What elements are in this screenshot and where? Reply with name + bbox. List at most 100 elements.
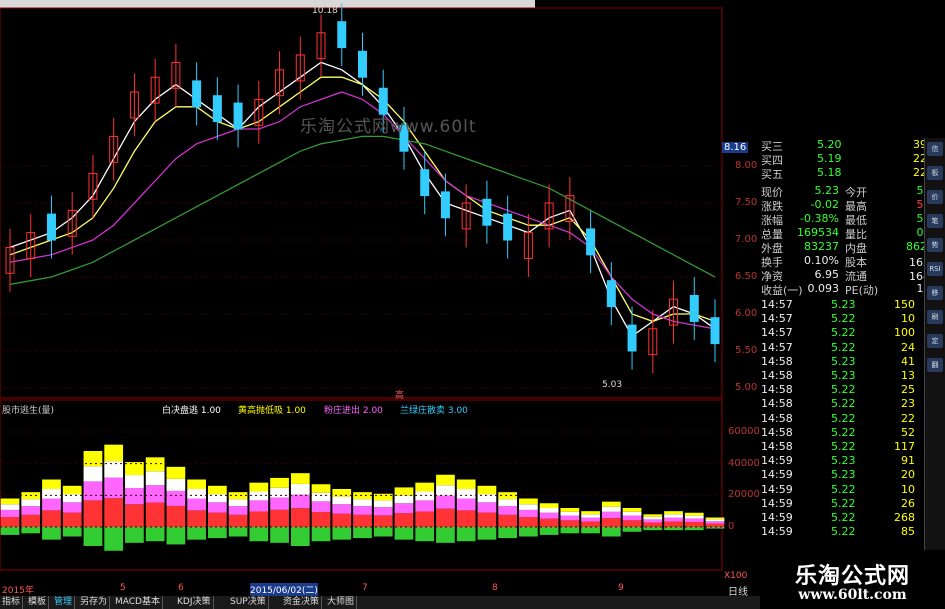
volume-neg-bar: [21, 527, 41, 534]
price-tick-label: 7.50: [735, 197, 758, 208]
quote-row: 净资6.95流通164亿: [759, 268, 941, 283]
volume-bar: [187, 510, 206, 527]
volume-bar: [83, 500, 103, 527]
tick-volume: 10: [901, 482, 915, 496]
volume-bar: [643, 516, 663, 520]
side-tool-icon[interactable]: 定: [927, 334, 943, 348]
volume-bar: [436, 474, 455, 486]
toolbar-button[interactable]: 模板: [26, 596, 50, 609]
toolbar-button[interactable]: SUP决策: [228, 596, 269, 609]
quote-panel: 买三5.203960买四5.192214买五 5.18 22 91 现价5.23今开5.…: [759, 138, 945, 550]
tick-volume: 22: [901, 411, 915, 425]
volume-neg-bar: [270, 527, 289, 543]
toolbar-button[interactable]: 管理: [52, 596, 76, 609]
volume-bar: [249, 482, 269, 492]
volume-bar: [456, 498, 476, 511]
tick-volume: 268: [894, 511, 915, 524]
volume-bar: [477, 512, 497, 527]
candle-body: [378, 87, 388, 115]
tick-volume: 150: [894, 298, 915, 311]
side-tool-icon[interactable]: 笔: [927, 214, 943, 228]
side-tool-icon[interactable]: 刷: [927, 310, 943, 324]
volume-bar: [290, 473, 310, 484]
price-tick-label: 8.00: [735, 160, 758, 171]
toolbar-button[interactable]: MACD基本: [113, 596, 163, 609]
volume-bar: [394, 513, 414, 527]
volume-bar: [664, 517, 683, 522]
volume-bar: [249, 491, 269, 501]
side-tool-icon[interactable]: 移: [927, 286, 943, 300]
header-price: 8.16: [722, 142, 749, 153]
volume-bar: [311, 492, 331, 502]
date-tick-label: 2015/06/02(二): [250, 583, 318, 596]
volume-bar: [270, 497, 289, 510]
quote-value: 0.10%: [804, 254, 839, 267]
volume-neg-bar: [539, 527, 559, 535]
date-tick-label: 2015年: [2, 586, 34, 596]
volume-bar: [498, 499, 518, 507]
tick-time: 14:58: [761, 425, 793, 439]
volume-bar: [270, 509, 289, 527]
tick-time: 14:57: [761, 312, 793, 326]
volume-bar: [519, 509, 538, 518]
volume-neg-bar: [42, 527, 61, 540]
volume-bar: [394, 495, 414, 504]
high-annotation: 10.18: [312, 6, 338, 16]
volume-bar: [228, 506, 248, 515]
tick-volume: 23: [901, 397, 915, 411]
volume-bar: [539, 518, 559, 527]
volume-neg-bar: [581, 527, 600, 534]
volume-bar: [332, 513, 352, 527]
volume-bar: [21, 499, 41, 507]
volume-bar: [705, 517, 725, 520]
volume-neg-bar: [456, 527, 476, 542]
toolbar-button[interactable]: 大师图: [325, 596, 358, 609]
volume-bar: [332, 504, 352, 514]
toolbar-button[interactable]: KDJ决策: [175, 596, 214, 609]
tick-row: 14:585.2252S: [759, 426, 941, 440]
tick-row: 14:595.2210S: [759, 483, 941, 497]
volume-bar: [332, 496, 352, 505]
volume-bar: [373, 500, 393, 508]
volume-bar: [290, 483, 310, 495]
zoom-label[interactable]: X100: [724, 571, 747, 581]
volume-bar: [684, 512, 704, 516]
price-tick-label: 5.00: [735, 382, 758, 393]
indicator-legend-item: 白决盘逃 1.00: [162, 406, 221, 416]
tick-price: 5.22: [831, 326, 856, 340]
volume-bar: [560, 511, 580, 516]
quote-row: 现价5.23今开5.22: [759, 184, 941, 199]
indicator-legend-item: 粉庄进出 2.00: [324, 406, 383, 416]
tick-price: 5.23: [831, 468, 856, 482]
candle-body: [46, 213, 56, 241]
tick-row: 14:595.2320B: [759, 468, 941, 482]
side-tool-icon[interactable]: 板: [927, 166, 943, 180]
side-tool-icon[interactable]: 信: [927, 142, 943, 156]
date-tick-label: 9: [618, 583, 624, 593]
toolbar-button[interactable]: 资金决策: [281, 596, 323, 609]
volume-bar: [42, 498, 61, 511]
side-tool-icon[interactable]: RSI: [927, 262, 943, 276]
volume-bar: [394, 487, 414, 496]
quote-value: -0.02: [810, 198, 839, 211]
volume-bar: [187, 479, 206, 489]
toolbar-button[interactable]: 另存为: [78, 596, 111, 609]
volume-neg-bar: [311, 527, 331, 542]
side-tool-icon[interactable]: 价: [927, 190, 943, 204]
side-tool-icon[interactable]: 势: [927, 238, 943, 252]
volume-bar: [83, 466, 103, 482]
tick-price: 5.22: [831, 525, 856, 539]
tick-row: 14:595.2285B: [759, 525, 941, 539]
volume-bar: [249, 511, 269, 527]
side-tool-icon[interactable]: 翻: [927, 358, 943, 372]
volume-bar: [104, 498, 124, 527]
tick-price: 5.23: [831, 454, 856, 468]
indicator-marker: 高: [395, 391, 405, 401]
tick-volume: 117: [894, 440, 915, 453]
volume-neg-bar: [498, 527, 518, 539]
tick-price: 5.22: [831, 425, 856, 439]
toolbar-button[interactable]: 指标: [0, 596, 24, 609]
volume-bar: [601, 518, 621, 527]
tick-time: 14:58: [761, 397, 793, 411]
indicator-name[interactable]: 股市逃生(量): [2, 403, 54, 416]
